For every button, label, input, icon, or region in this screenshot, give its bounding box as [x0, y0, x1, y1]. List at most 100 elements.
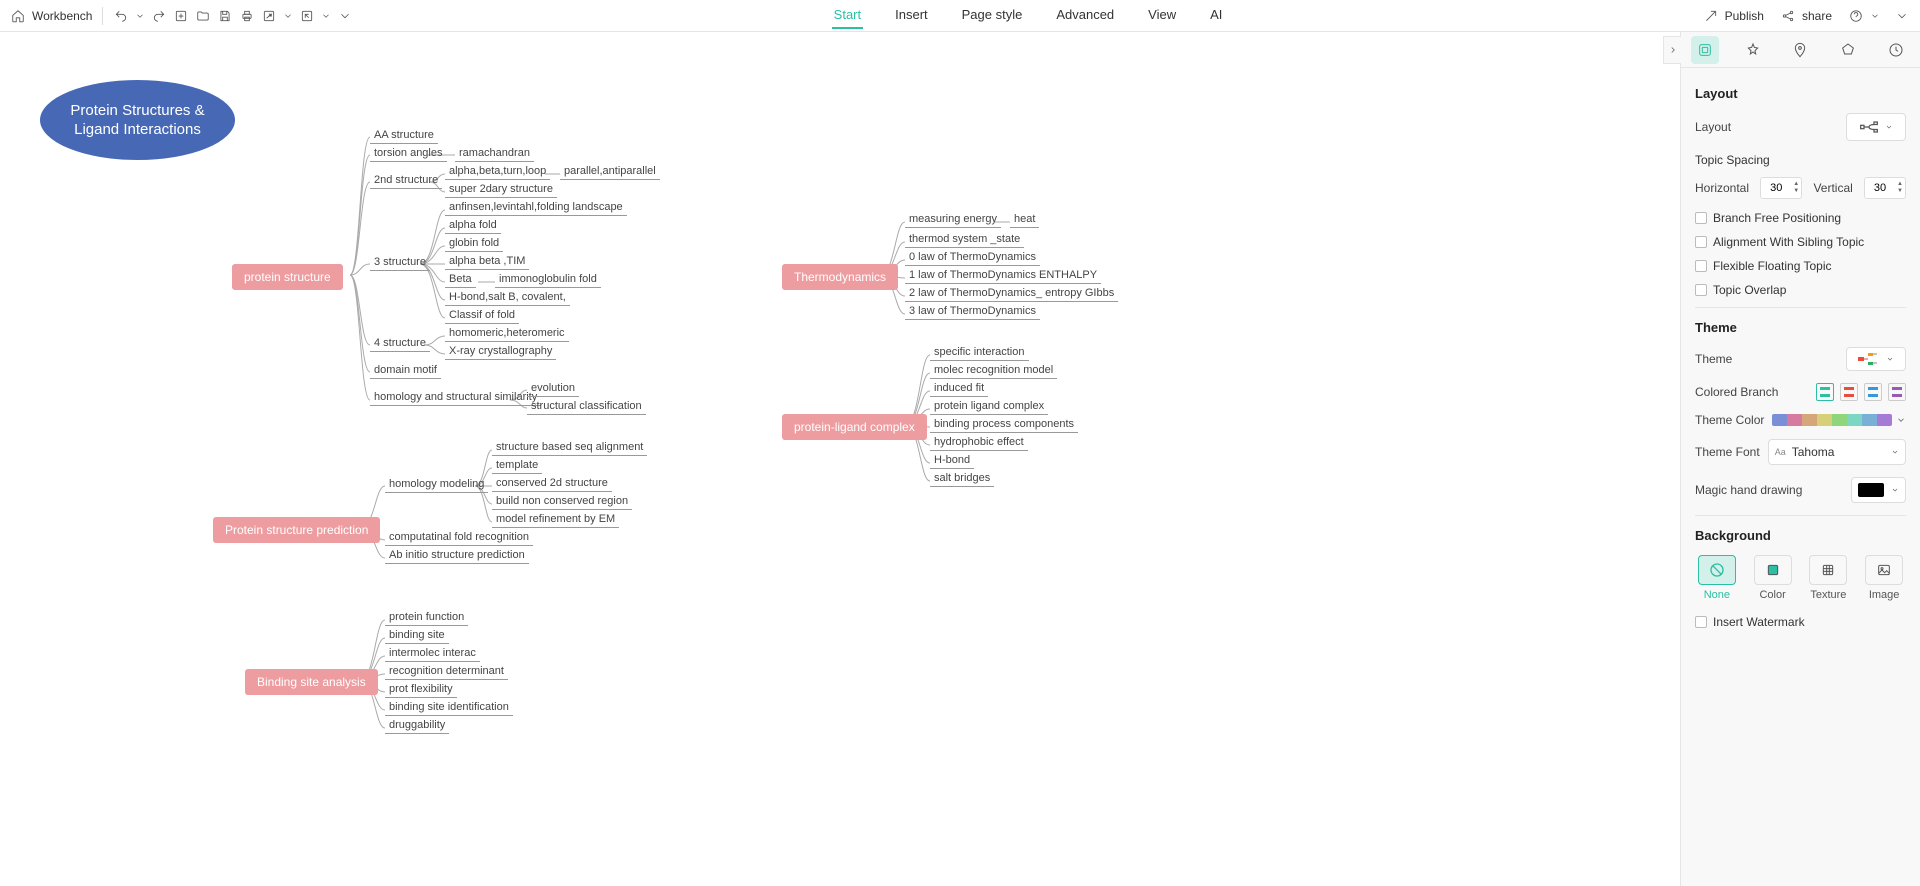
publish-label[interactable]: Publish [1725, 9, 1764, 23]
node-3-structure[interactable]: 3 structure [370, 255, 430, 271]
node-molec-recognition[interactable]: molec recognition model [930, 363, 1057, 379]
node-protein-structure[interactable]: protein structure [232, 264, 343, 290]
node-alpha-beta-tim[interactable]: alpha beta ,TIM [445, 254, 529, 270]
node-specific-interaction[interactable]: specific interaction [930, 345, 1029, 361]
import-icon[interactable] [299, 8, 315, 24]
chevron-down-icon[interactable] [283, 8, 293, 24]
central-topic[interactable]: Protein Structures & Ligand Interactions [40, 80, 235, 160]
node-protein-ligand[interactable]: protein ligand complex [930, 399, 1048, 415]
node-homology-similarity[interactable]: homology and structural similarity [370, 390, 541, 406]
node-binding-site-sub[interactable]: binding site [385, 628, 449, 644]
home-icon[interactable] [10, 8, 26, 24]
branch-swatch-4[interactable] [1888, 383, 1906, 401]
menu-icon[interactable] [1894, 8, 1910, 24]
redo-icon[interactable] [151, 8, 167, 24]
nav-view[interactable]: View [1146, 2, 1178, 29]
node-homomeric[interactable]: homomeric,heteromeric [445, 326, 569, 342]
mindmap-canvas[interactable]: Protein Structures & Ligand Interactions… [0, 32, 1680, 886]
node-ab-initio[interactable]: Ab initio structure prediction [385, 548, 529, 564]
node-evolution[interactable]: evolution [527, 381, 579, 397]
node-homology-modeling[interactable]: homology modeling [385, 477, 488, 493]
node-hbond2[interactable]: H-bond [930, 453, 974, 469]
node-bsite-id[interactable]: binding site identification [385, 700, 513, 716]
branch-free-checkbox[interactable]: Branch Free Positioning [1695, 211, 1906, 225]
overlap-checkbox[interactable]: Topic Overlap [1695, 283, 1906, 297]
node-intermolec[interactable]: intermolec interac [385, 646, 480, 662]
node-ramachandran[interactable]: ramachandran [455, 146, 534, 162]
node-xray[interactable]: X-ray crystallography [445, 344, 556, 360]
node-super-2dary[interactable]: super 2dary structure [445, 182, 557, 198]
chevron-down-icon[interactable] [1870, 8, 1880, 24]
node-hbond[interactable]: H-bond,salt B, covalent, [445, 290, 570, 306]
chevron-down-icon[interactable] [321, 8, 331, 24]
bg-texture[interactable]: Texture [1807, 555, 1851, 601]
open-icon[interactable] [195, 8, 211, 24]
nav-advanced[interactable]: Advanced [1054, 2, 1116, 29]
bg-none[interactable]: None [1695, 555, 1739, 601]
branch-swatch-1[interactable] [1816, 383, 1834, 401]
layout-selector[interactable] [1846, 113, 1906, 141]
chevron-down-icon[interactable] [135, 8, 145, 24]
flex-float-checkbox[interactable]: Flexible Floating Topic [1695, 259, 1906, 273]
nav-insert[interactable]: Insert [893, 2, 930, 29]
share-label[interactable]: share [1802, 9, 1832, 23]
node-law2[interactable]: 2 law of ThermoDynamics_ entropy GIbbs [905, 286, 1118, 302]
node-refine-em[interactable]: model refinement by EM [492, 512, 619, 528]
bg-image[interactable]: Image [1862, 555, 1906, 601]
node-measuring-energy[interactable]: measuring energy [905, 212, 1001, 228]
node-thermodynamics[interactable]: Thermodynamics [782, 264, 898, 290]
node-parallel-antiparallel[interactable]: parallel,antiparallel [560, 164, 660, 180]
node-law1[interactable]: 1 law of ThermoDynamics ENTHALPY [905, 268, 1101, 284]
node-alpha-fold[interactable]: alpha fold [445, 218, 501, 234]
node-hydrophobic[interactable]: hydrophobic effect [930, 435, 1028, 451]
bg-color[interactable]: Color [1751, 555, 1795, 601]
vertical-spin[interactable]: ▲▼ [1864, 177, 1906, 199]
node-2nd-structure[interactable]: 2nd structure [370, 173, 442, 189]
help-icon[interactable] [1848, 8, 1864, 24]
node-druggability[interactable]: druggability [385, 718, 449, 734]
node-protein-ligand-complex[interactable]: protein-ligand complex [782, 414, 927, 440]
node-alpha-beta-turn-loop[interactable]: alpha,beta,turn,loop [445, 164, 550, 180]
node-conserved-2d[interactable]: conserved 2d structure [492, 476, 612, 492]
magic-hand-color[interactable] [1851, 477, 1906, 503]
branch-swatch-3[interactable] [1864, 383, 1882, 401]
share-icon[interactable] [1780, 8, 1796, 24]
workbench-label[interactable]: Workbench [32, 9, 92, 23]
node-comp-fold[interactable]: computatinal fold recognition [385, 530, 533, 546]
horizontal-spin[interactable]: ▲▼ [1760, 177, 1802, 199]
node-binding-site[interactable]: Binding site analysis [245, 669, 378, 695]
node-recognition[interactable]: recognition determinant [385, 664, 508, 680]
node-anfinsen[interactable]: anfinsen,levintahl,folding landscape [445, 200, 627, 216]
node-aa-structure[interactable]: AA structure [370, 128, 438, 144]
branch-swatch-2[interactable] [1840, 383, 1858, 401]
tab-history-icon[interactable] [1882, 36, 1910, 64]
node-seq-alignment[interactable]: structure based seq alignment [492, 440, 647, 456]
node-binding-components[interactable]: binding process components [930, 417, 1078, 433]
node-induced-fit[interactable]: induced fit [930, 381, 988, 397]
horizontal-input[interactable] [1761, 182, 1791, 194]
node-prot-flex[interactable]: prot flexibility [385, 682, 457, 698]
node-salt-bridges[interactable]: salt bridges [930, 471, 994, 487]
tab-shape-icon[interactable] [1834, 36, 1862, 64]
theme-color-strip[interactable] [1772, 414, 1892, 426]
tab-layout-icon[interactable] [1691, 36, 1719, 64]
node-globin-fold[interactable]: globin fold [445, 236, 503, 252]
nav-ai[interactable]: AI [1208, 2, 1224, 29]
theme-font-selector[interactable]: Aa Tahoma [1768, 439, 1906, 465]
save-icon[interactable] [217, 8, 233, 24]
node-classif[interactable]: Classif of fold [445, 308, 519, 324]
tab-marker-icon[interactable] [1786, 36, 1814, 64]
node-protein-prediction[interactable]: Protein structure prediction [213, 517, 380, 543]
node-build-nonconserved[interactable]: build non conserved region [492, 494, 632, 510]
undo-icon[interactable] [113, 8, 129, 24]
theme-selector[interactable] [1846, 347, 1906, 371]
node-domain-motif[interactable]: domain motif [370, 363, 441, 379]
more-icon[interactable] [337, 8, 353, 24]
node-beta[interactable]: Beta [445, 272, 476, 288]
node-torsion[interactable]: torsion angles [370, 146, 447, 162]
tab-style-icon[interactable] [1739, 36, 1767, 64]
print-icon[interactable] [239, 8, 255, 24]
export-icon[interactable] [261, 8, 277, 24]
node-immunoglobulin[interactable]: immonoglobulin fold [495, 272, 601, 288]
node-template[interactable]: template [492, 458, 542, 474]
